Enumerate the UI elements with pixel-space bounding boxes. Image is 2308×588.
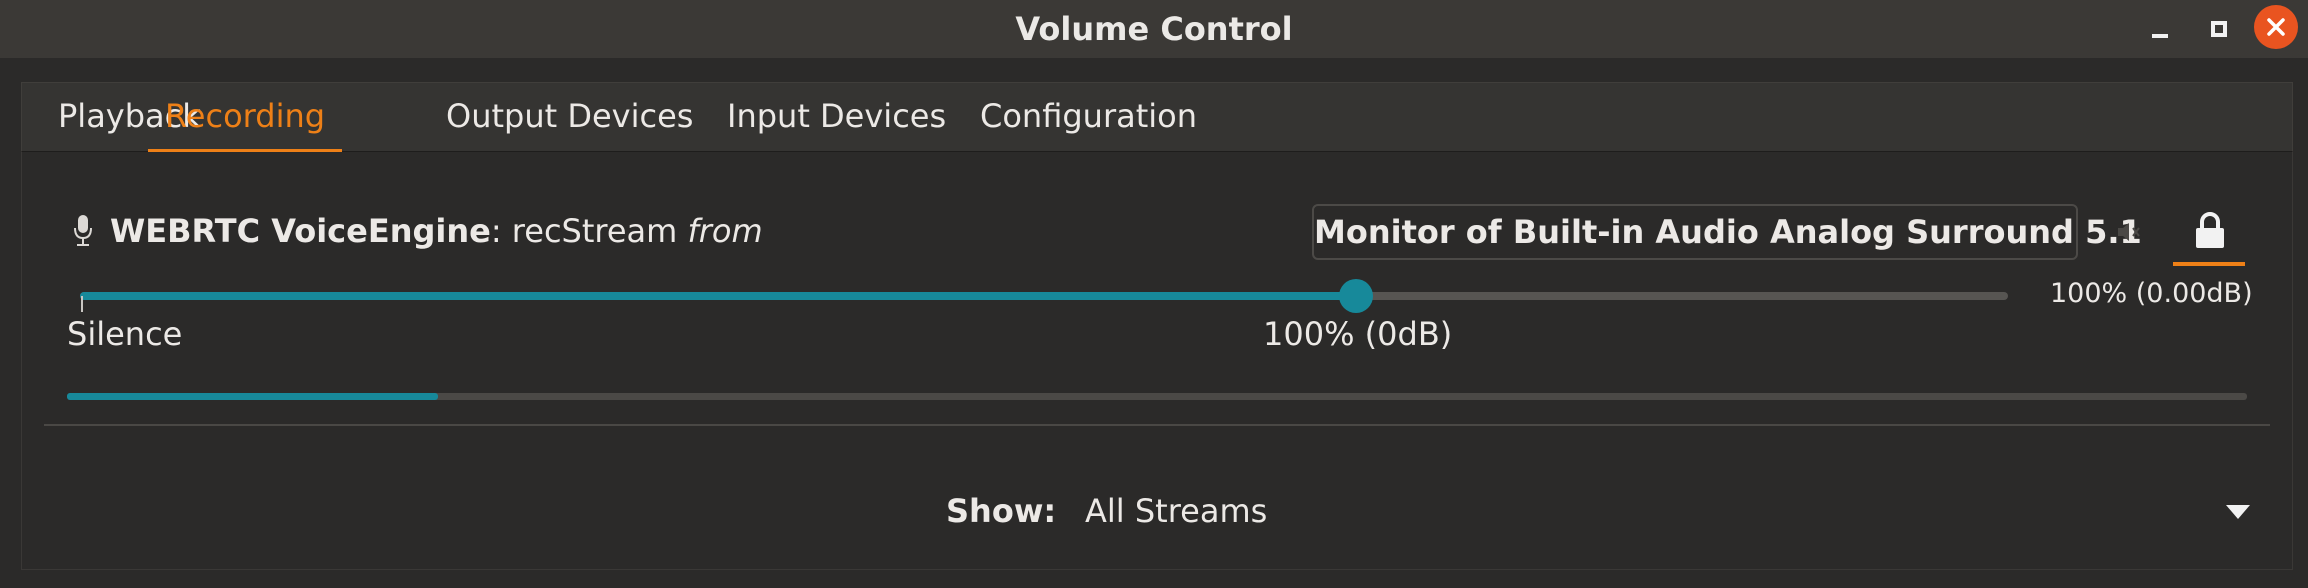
lock-icon [2196,212,2224,248]
volume-slider-fill [80,292,1356,300]
maximize-button[interactable] [2205,0,2233,58]
unity-volume-label: 100% (0dB) [1263,315,1453,353]
chevron-down-icon[interactable] [2225,504,2251,520]
close-icon [2267,18,2285,36]
lock-channels-button[interactable] [2173,200,2245,266]
stream-from-label: from [687,212,763,250]
tab-label: Input Devices [727,97,947,135]
tab-label: Recording [165,97,326,135]
window-title: Volume Control [1015,10,1293,48]
source-device-button[interactable]: Monitor of Built-in Audio Analog Surroun… [1312,204,2142,260]
stream-title: WEBRTC VoiceEngine: recStream from [110,208,763,254]
lock-active-indicator [2173,262,2245,266]
section-separator [44,424,2270,426]
tab-label: Configuration [980,97,1198,135]
show-filter-value[interactable]: All Streams [1085,488,1267,534]
stream-separator: : [490,212,512,250]
maximize-icon [2211,21,2227,37]
minimize-icon [2152,34,2168,38]
show-filter-label: Show: [946,492,1057,530]
tab-output-devices[interactable]: Output Devices [446,83,693,149]
speaker-mute-icon[interactable] [2116,220,2142,244]
tab-recording[interactable]: Recording [148,83,343,153]
tab-configuration[interactable]: Configuration [980,83,1197,149]
silence-label: Silence [67,315,183,353]
silence-tick [81,296,83,312]
volume-readout: 100% (0.00dB) [2050,278,2253,309]
close-button[interactable] [2254,5,2298,49]
minimize-button[interactable] [2146,0,2174,58]
peak-meter-fill [67,393,438,400]
title-bar[interactable]: Volume Control [0,0,2308,58]
volume-slider-thumb[interactable] [1338,279,1373,313]
tab-label: Output Devices [446,97,694,135]
microphone-icon [74,215,92,246]
tab-bar: Playback Recording Output Devices Input … [21,82,2293,153]
tab-input-devices[interactable]: Input Devices [727,83,946,149]
stream-name: recStream [511,212,678,250]
stream-app-name: WEBRTC VoiceEngine [110,212,491,250]
